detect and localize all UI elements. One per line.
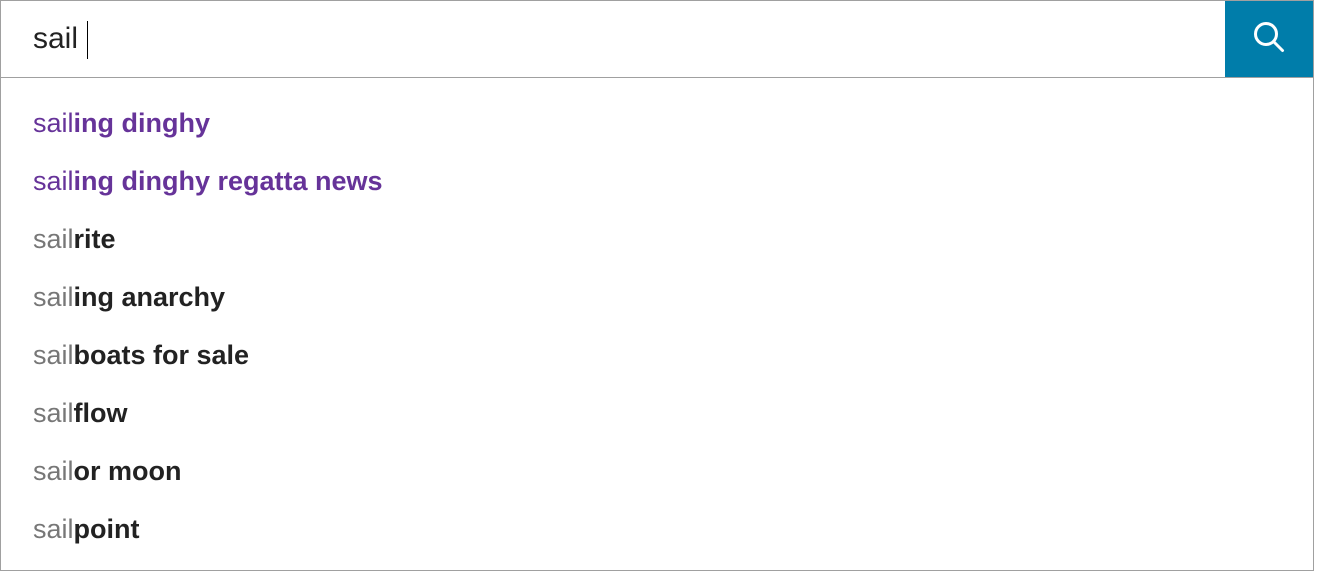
suggestion-completion: ing anarchy: [74, 282, 226, 312]
suggestion-prefix: sail: [33, 108, 74, 138]
suggestion-completion: boats for sale: [74, 340, 250, 370]
search-container: sail sailing dinghysailing dinghy regatt…: [0, 0, 1314, 571]
suggestion-prefix: sail: [33, 456, 74, 486]
suggestion-item[interactable]: sailboats for sale: [1, 326, 1313, 384]
suggestion-prefix: sail: [33, 398, 74, 428]
suggestion-prefix: sail: [33, 340, 74, 370]
suggestion-prefix: sail: [33, 282, 74, 312]
suggestion-item[interactable]: sailrite: [1, 210, 1313, 268]
suggestion-item[interactable]: sailor moon: [1, 442, 1313, 500]
suggestion-item[interactable]: sailpoint: [1, 500, 1313, 558]
suggestion-item[interactable]: sailing dinghy: [1, 94, 1313, 152]
suggestion-item[interactable]: sailflow: [1, 384, 1313, 442]
suggestion-item[interactable]: sailing anarchy: [1, 268, 1313, 326]
suggestion-completion: rite: [74, 224, 116, 254]
search-input-wrapper[interactable]: sail: [1, 1, 1225, 77]
search-input[interactable]: sail: [33, 22, 78, 56]
suggestion-prefix: sail: [33, 224, 74, 254]
suggestion-prefix: sail: [33, 166, 74, 196]
suggestion-completion: ing dinghy: [74, 108, 210, 138]
suggestion-item[interactable]: sailing dinghy regatta news: [1, 152, 1313, 210]
search-icon: [1251, 19, 1287, 60]
suggestion-completion: flow: [74, 398, 128, 428]
suggestion-completion: or moon: [74, 456, 182, 486]
search-button[interactable]: [1225, 1, 1313, 77]
suggestion-prefix: sail: [33, 514, 74, 544]
text-caret: [87, 21, 88, 59]
search-suggestions-dropdown: sailing dinghysailing dinghy regatta new…: [0, 78, 1314, 571]
suggestion-completion: point: [74, 514, 140, 544]
suggestion-completion: ing dinghy regatta news: [74, 166, 383, 196]
search-bar: sail: [0, 0, 1314, 78]
